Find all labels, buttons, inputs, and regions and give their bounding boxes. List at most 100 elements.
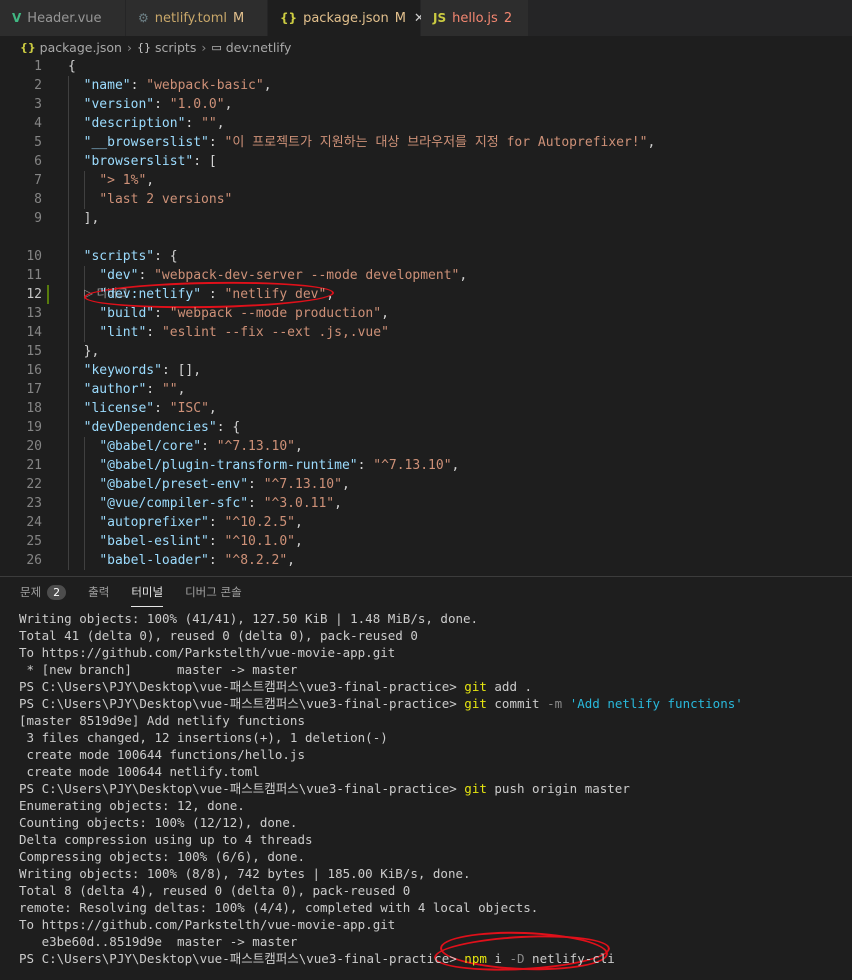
- code-line[interactable]: 6 "browserslist": [: [0, 152, 852, 171]
- tab-netlify-toml[interactable]: ⚙ netlify.toml M: [126, 0, 268, 36]
- code-line[interactable]: 5 "__browserslist": "이 프로젝트가 지원하는 대상 브라우…: [0, 133, 852, 152]
- code-text: "license": "ISC",: [83, 401, 217, 416]
- vue-file-icon: V: [12, 11, 22, 25]
- panel-tab-bar: 문제 2 출력 터미널 디버그 콘솔: [0, 576, 852, 607]
- code-line[interactable]: 18 "license": "ISC",: [0, 399, 852, 418]
- tab-label: netlify.toml: [154, 10, 227, 26]
- terminal-line: Counting objects: 100% (12/12), done.: [19, 815, 298, 830]
- code-line[interactable]: 19 "devDependencies": {: [0, 418, 852, 437]
- terminal-line: create mode 100644 netlify.toml: [19, 764, 260, 779]
- code-text: "dev": "webpack-dev-server --mode develo…: [99, 268, 468, 283]
- code-text: },: [68, 344, 100, 359]
- line-number: 5: [34, 135, 42, 150]
- code-line[interactable]: 8 "last 2 versions": [0, 190, 852, 209]
- code-text: "__browserslist": "이 프로젝트가 지원하는 대상 브라우저를…: [83, 135, 656, 150]
- code-line[interactable]: 1{: [0, 57, 852, 76]
- terminal-line: Total 8 (delta 4), reused 0 (delta 0), p…: [19, 883, 411, 898]
- code-line[interactable]: 3 "version": "1.0.0",: [0, 95, 852, 114]
- line-number: 7: [34, 173, 42, 188]
- breadcrumb-file[interactable]: package.json: [40, 40, 122, 55]
- code-line[interactable]: 24 "autoprefixer": "^10.2.5",: [0, 513, 852, 532]
- terminal-line: To https://github.com/Parkstelth/vue-mov…: [19, 917, 396, 932]
- code-line[interactable]: 14 "lint": "eslint --fix --ext .js,.vue": [0, 323, 852, 342]
- breadcrumb: {} package.json › {} scripts › ▭ dev:net…: [0, 36, 852, 58]
- breadcrumb-item[interactable]: dev:netlify: [226, 40, 292, 55]
- line-number: 9: [34, 211, 42, 226]
- panel-tab-label: 터미널: [131, 585, 164, 599]
- code-line[interactable]: 12 "dev:netlify" : "netlify dev",: [0, 285, 852, 304]
- code-text: "lint": "eslint --fix --ext .js,.vue": [99, 325, 389, 340]
- terminal-line: 3 files changed, 12 insertions(+), 1 del…: [19, 730, 388, 745]
- tab-package-json[interactable]: {} package.json M ✕: [268, 0, 425, 36]
- code-text: "keywords": [],: [83, 363, 202, 378]
- panel-tab-label: 디버그 콘솔: [185, 585, 242, 599]
- code-line[interactable]: 25 "babel-eslint": "^10.1.0",: [0, 532, 852, 551]
- code-line[interactable]: 15 },: [0, 342, 852, 361]
- terminal-line: PS C:\Users\PJY\Desktop\vue-패스트캠퍼스\vue3-…: [19, 679, 533, 694]
- tab-label: package.json: [303, 10, 389, 26]
- code-text: "> 1%",: [99, 173, 155, 188]
- code-line[interactable]: 7 "> 1%",: [0, 171, 852, 190]
- code-line[interactable]: 23 "@vue/compiler-sfc": "^3.0.11",: [0, 494, 852, 513]
- line-number: 6: [34, 154, 42, 169]
- line-number: 1: [34, 59, 42, 74]
- terminal-line: e3be60d..8519d9e master -> master: [19, 934, 298, 949]
- line-number: 26: [26, 553, 42, 568]
- code-text: "author": "",: [83, 382, 186, 397]
- panel-tab[interactable]: 출력: [88, 577, 109, 607]
- line-number: 13: [26, 306, 42, 321]
- line-number: 23: [26, 496, 42, 511]
- panel-tab-label: 출력: [88, 585, 110, 599]
- line-number: 20: [26, 439, 42, 454]
- terminal-line: Total 41 (delta 0), reused 0 (delta 0), …: [19, 628, 418, 643]
- breadcrumb-section[interactable]: scripts: [155, 40, 196, 55]
- json-file-icon: {}: [20, 40, 36, 54]
- line-number: 3: [34, 97, 42, 112]
- code-text: "@babel/plugin-transform-runtime": "^7.1…: [99, 458, 460, 473]
- panel-tab[interactable]: 터미널: [131, 577, 163, 607]
- line-number: 16: [26, 363, 42, 378]
- terminal-line: Compressing objects: 100% (6/6), done.: [19, 849, 305, 864]
- terminal-line: Writing objects: 100% (41/41), 127.50 Ki…: [19, 611, 479, 626]
- code-line[interactable]: 16 "keywords": [],: [0, 361, 852, 380]
- terminal-line: create mode 100644 functions/hello.js: [19, 747, 305, 762]
- javascript-file-icon: JS: [433, 11, 447, 25]
- code-text: "version": "1.0.0",: [83, 97, 233, 112]
- code-line[interactable]: 20 "@babel/core": "^7.13.10",: [0, 437, 852, 456]
- line-number: 25: [26, 534, 42, 549]
- code-line[interactable]: 2 "name": "webpack-basic",: [0, 76, 852, 95]
- code-text: ],: [68, 211, 100, 226]
- tab-hello-js[interactable]: JS hello.js 2: [421, 0, 529, 36]
- line-number: 15: [26, 344, 42, 359]
- code-line[interactable]: 10 "scripts": {: [0, 247, 852, 266]
- terminal-line: Delta compression using up to 4 threads: [19, 832, 313, 847]
- panel-tab[interactable]: 문제 2: [20, 577, 67, 607]
- terminal-line: * [new branch] master -> master: [19, 662, 298, 677]
- json-file-icon: {}: [280, 11, 298, 25]
- code-line[interactable]: 26 "babel-loader": "^8.2.2",: [0, 551, 852, 570]
- code-line[interactable]: 13 "build": "webpack --mode production",: [0, 304, 852, 323]
- code-text: "browserslist": [: [83, 154, 217, 169]
- terminal-line: Writing objects: 100% (8/8), 742 bytes |…: [19, 866, 471, 881]
- property-icon: ▭: [211, 40, 222, 54]
- code-line[interactable]: 4 "description": "",: [0, 114, 852, 133]
- tab-header-vue[interactable]: V Header.vue: [0, 0, 126, 36]
- code-text: "devDependencies": {: [83, 420, 241, 435]
- code-text: "@babel/preset-env": "^7.13.10",: [99, 477, 350, 492]
- code-line[interactable]: 22 "@babel/preset-env": "^7.13.10",: [0, 475, 852, 494]
- code-editor[interactable]: ▷ 디버그 1{2 "name": "webpack-basic", 3 "ver…: [0, 57, 852, 570]
- panel-tab-label: 문제: [20, 585, 42, 599]
- code-text: "name": "webpack-basic",: [83, 78, 272, 93]
- code-line[interactable]: 9 ],: [0, 209, 852, 228]
- panel-tab[interactable]: 디버그 콘솔: [185, 577, 242, 607]
- code-text: "babel-loader": "^8.2.2",: [99, 553, 295, 568]
- code-text: "dev:netlify" : "netlify dev",: [99, 287, 335, 302]
- code-line[interactable]: 11 "dev": "webpack-dev-server --mode dev…: [0, 266, 852, 285]
- code-text: "@vue/compiler-sfc": "^3.0.11",: [99, 496, 342, 511]
- code-line[interactable]: 17 "author": "",: [0, 380, 852, 399]
- line-number: 18: [26, 401, 42, 416]
- terminal[interactable]: Writing objects: 100% (41/41), 127.50 Ki…: [0, 610, 852, 980]
- code-line[interactable]: 21 "@babel/plugin-transform-runtime": "^…: [0, 456, 852, 475]
- terminal-line: PS C:\Users\PJY\Desktop\vue-패스트캠퍼스\vue3-…: [19, 696, 743, 711]
- line-number: 11: [26, 268, 42, 283]
